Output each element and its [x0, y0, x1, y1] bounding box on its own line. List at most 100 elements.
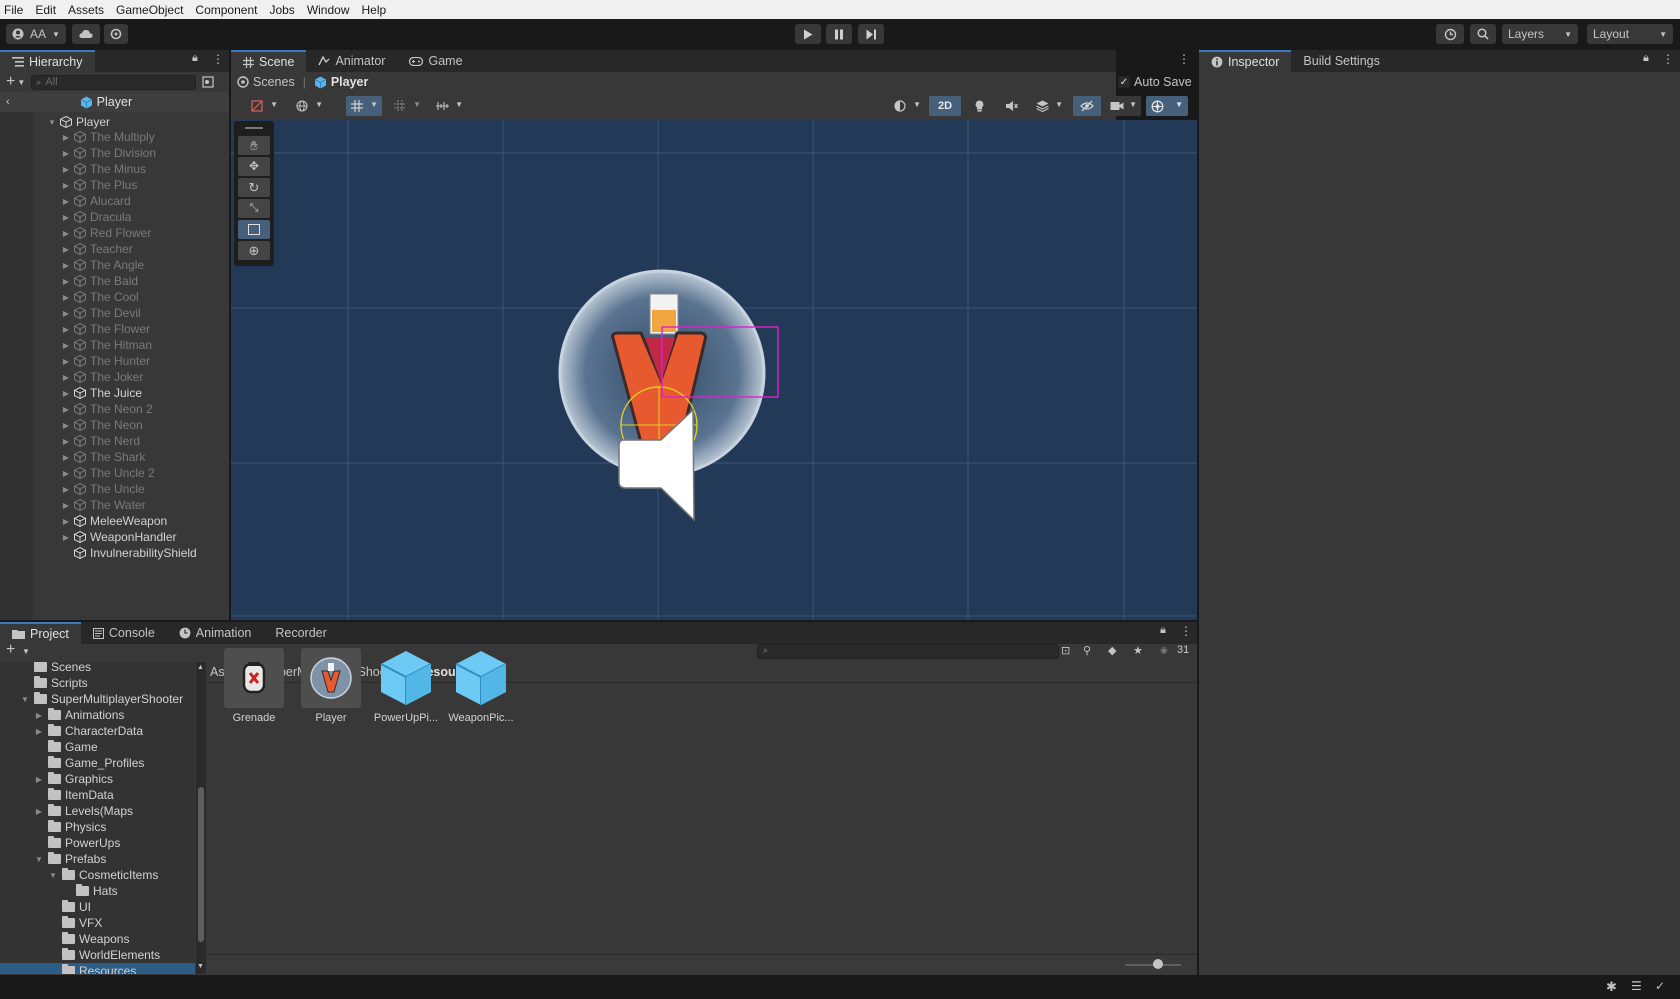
tab-console[interactable]: Console	[81, 622, 167, 644]
hierarchy-item[interactable]: ▶ The Bald	[61, 273, 138, 289]
icon-size-slider-thumb[interactable]	[1153, 959, 1163, 969]
draw-mode-dropdown[interactable]: ▼	[246, 96, 282, 116]
collapsed-arrow-icon[interactable]: ▶	[61, 228, 71, 238]
hierarchy-item[interactable]: ▶ The Juice	[61, 385, 142, 401]
asset-powerup-pickup[interactable]: PowerUpPi...	[370, 648, 442, 724]
menu-jobs[interactable]: Jobs	[269, 3, 294, 17]
hierarchy-item[interactable]: ▶ The Uncle	[61, 481, 145, 497]
breadcrumb-player[interactable]: Player	[331, 75, 369, 89]
history-button[interactable]	[1436, 24, 1464, 44]
auto-save-toggle[interactable]: ✓ Auto Save	[1118, 75, 1192, 89]
collapsed-arrow-icon[interactable]: ▶	[61, 436, 71, 446]
tab-recorder[interactable]: Recorder	[263, 622, 338, 644]
hierarchy-item[interactable]: ▶ Alucard	[61, 193, 131, 209]
hierarchy-item[interactable]: ▶ The Hitman	[61, 337, 152, 353]
menu-file[interactable]: File	[4, 3, 23, 17]
collapsed-arrow-icon[interactable]: ▶	[61, 212, 71, 222]
tab-animator[interactable]: Animator	[306, 50, 397, 72]
scene-canvas[interactable]	[231, 120, 1197, 620]
collab-button[interactable]	[104, 24, 128, 44]
collapsed-arrow-icon[interactable]: ▶	[61, 276, 71, 286]
collapsed-arrow-icon[interactable]: ▶	[34, 774, 44, 784]
grid-toggle[interactable]: ▼	[346, 96, 382, 116]
hierarchy-item[interactable]: ▶ MeleeWeapon	[61, 513, 167, 529]
pause-button[interactable]	[826, 24, 852, 44]
back-icon[interactable]: ‹	[6, 96, 10, 108]
collapsed-arrow-icon[interactable]: ▶	[34, 710, 44, 720]
camera-dropdown[interactable]: ▼	[1105, 96, 1141, 116]
folder-item[interactable]: ▼ SuperMultiplayerShooter	[20, 691, 183, 707]
folder-item[interactable]: ItemData	[34, 787, 114, 803]
collapsed-arrow-icon[interactable]: ▶	[61, 260, 71, 270]
gizmos-dropdown[interactable]: ▼	[1146, 96, 1188, 116]
hierarchy-item[interactable]: ▶ The Angle	[61, 257, 144, 273]
collapsed-arrow-icon[interactable]: ▶	[61, 372, 71, 382]
menu-edit[interactable]: Edit	[35, 3, 56, 17]
chevron-down-icon[interactable]: ▼	[22, 647, 30, 656]
collapsed-arrow-icon[interactable]: ▶	[61, 180, 71, 190]
tab-animation[interactable]: Animation	[167, 622, 264, 644]
collapsed-arrow-icon[interactable]: ▶	[61, 308, 71, 318]
hierarchy-item[interactable]: ▶ The Water	[61, 497, 146, 513]
tab-scene[interactable]: Scene	[231, 50, 307, 72]
hierarchy-item[interactable]: ▶ The Devil	[61, 305, 141, 321]
cloud-button[interactable]	[72, 24, 100, 44]
cache-server-icon[interactable]: ☰	[1631, 979, 1642, 993]
hierarchy-item[interactable]: ▶ The Division	[61, 145, 156, 161]
scene-viewport[interactable]	[231, 120, 1197, 620]
folder-item[interactable]: Scripts	[20, 675, 88, 691]
effects-dropdown[interactable]: ▼	[1031, 96, 1067, 116]
search-button[interactable]	[1470, 24, 1496, 44]
lighting-dropdown[interactable]: ▼	[889, 96, 925, 116]
step-button[interactable]	[858, 24, 884, 44]
collapsed-arrow-icon[interactable]: ▶	[61, 196, 71, 206]
collapsed-arrow-icon[interactable]: ▶	[61, 404, 71, 414]
hierarchy-item[interactable]: ▶ The Neon 2	[61, 401, 153, 417]
audio-toggle[interactable]	[998, 96, 1026, 116]
hierarchy-root-item[interactable]: ▼ Player	[47, 114, 110, 130]
scroll-down-arrow-icon[interactable]: ▼	[197, 963, 204, 970]
snap-dropdown[interactable]: ▼	[389, 96, 425, 116]
collapsed-arrow-icon[interactable]: ▶	[61, 516, 71, 526]
hierarchy-item[interactable]: ▶ Red Flower	[61, 225, 151, 241]
drag-handle[interactable]	[245, 127, 263, 129]
breadcrumb-scenes[interactable]: Scenes	[253, 75, 295, 89]
hierarchy-item[interactable]: ▶ The Plus	[61, 177, 137, 193]
collapsed-arrow-icon[interactable]: ▶	[61, 388, 71, 398]
asset-weapon-pickup[interactable]: WeaponPic...	[445, 648, 517, 724]
lock-icon[interactable]: 🔒︎	[192, 52, 198, 65]
hierarchy-item[interactable]: ▶ The Multiply	[61, 129, 155, 145]
lock-icon[interactable]: 🔒︎	[1160, 624, 1166, 637]
layout-dropdown[interactable]: Layout ▼	[1587, 24, 1673, 44]
layers-dropdown[interactable]: Layers ▼	[1502, 24, 1578, 44]
folder-item[interactable]: Game	[34, 739, 98, 755]
collapsed-arrow-icon[interactable]: ▶	[61, 356, 71, 366]
2d-toggle-button[interactable]: 2D	[929, 96, 961, 116]
checkbox-checked-icon[interactable]: ✓	[1118, 76, 1130, 88]
hierarchy-item[interactable]: ▶ WeaponHandler	[61, 529, 177, 545]
search-scope-icon[interactable]: ⊡	[1061, 644, 1070, 657]
hierarchy-item[interactable]: ▶ The Nerd	[61, 433, 140, 449]
add-icon[interactable]: +	[6, 641, 15, 659]
folder-item[interactable]: ▼ Prefabs	[34, 851, 106, 867]
progress-check-icon[interactable]: ✓	[1655, 979, 1665, 993]
tab-game[interactable]: Game	[397, 50, 474, 72]
folder-item[interactable]: ▶ Levels(Maps	[34, 803, 133, 819]
hierarchy-item[interactable]: ▶ The Neon	[61, 417, 143, 433]
collapsed-arrow-icon[interactable]: ▶	[61, 484, 71, 494]
add-icon[interactable]: +	[6, 73, 15, 91]
collapsed-arrow-icon[interactable]: ▶	[61, 292, 71, 302]
collapsed-arrow-icon[interactable]: ▶	[61, 324, 71, 334]
chevron-down-icon[interactable]: ▼	[17, 78, 25, 87]
debug-bug-icon[interactable]: ✱	[1606, 979, 1617, 995]
scroll-up-arrow-icon[interactable]: ▲	[197, 664, 204, 671]
folder-item[interactable]: ▼ CosmeticItems	[48, 867, 158, 883]
scale-tool-icon[interactable]: ⤡	[238, 199, 270, 218]
tree-scrollbar[interactable]: ▲ ▼	[196, 662, 206, 974]
collapsed-arrow-icon[interactable]: ▶	[61, 132, 71, 142]
more-menu-icon[interactable]: ⋮	[1662, 52, 1674, 66]
scene-visibility-icon[interactable]	[202, 76, 214, 88]
collapsed-arrow-icon[interactable]: ▶	[61, 148, 71, 158]
folder-item[interactable]: PowerUps	[34, 835, 120, 851]
favorite-star-icon[interactable]: ★	[1133, 644, 1143, 657]
